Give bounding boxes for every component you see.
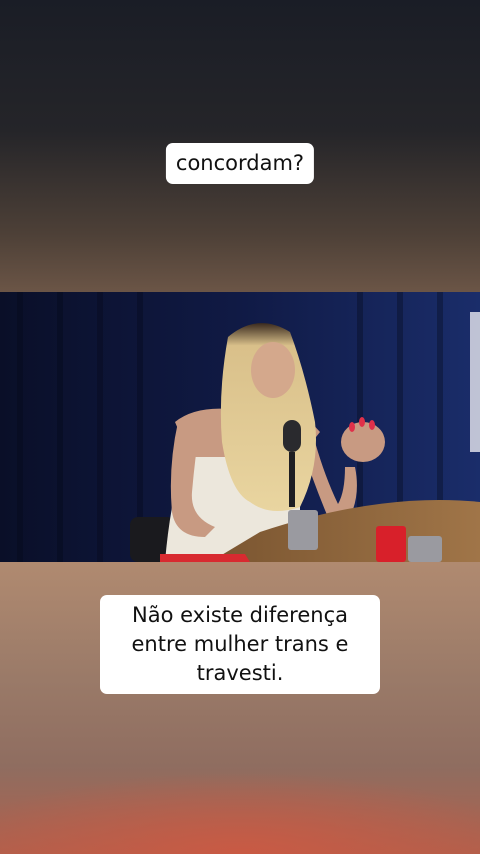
mug-right (408, 536, 442, 562)
face (251, 342, 295, 398)
microphone (283, 420, 301, 452)
caption-bottom: Não existe diferença entre mulher trans … (100, 595, 380, 694)
mug-left (288, 510, 318, 550)
video-frame[interactable] (0, 292, 480, 562)
red-folder (160, 554, 250, 562)
wall-panel (470, 312, 480, 452)
red-cup (376, 526, 406, 562)
hand (341, 422, 385, 462)
podcast-scene (0, 292, 480, 562)
caption-top: concordam? (165, 143, 315, 184)
